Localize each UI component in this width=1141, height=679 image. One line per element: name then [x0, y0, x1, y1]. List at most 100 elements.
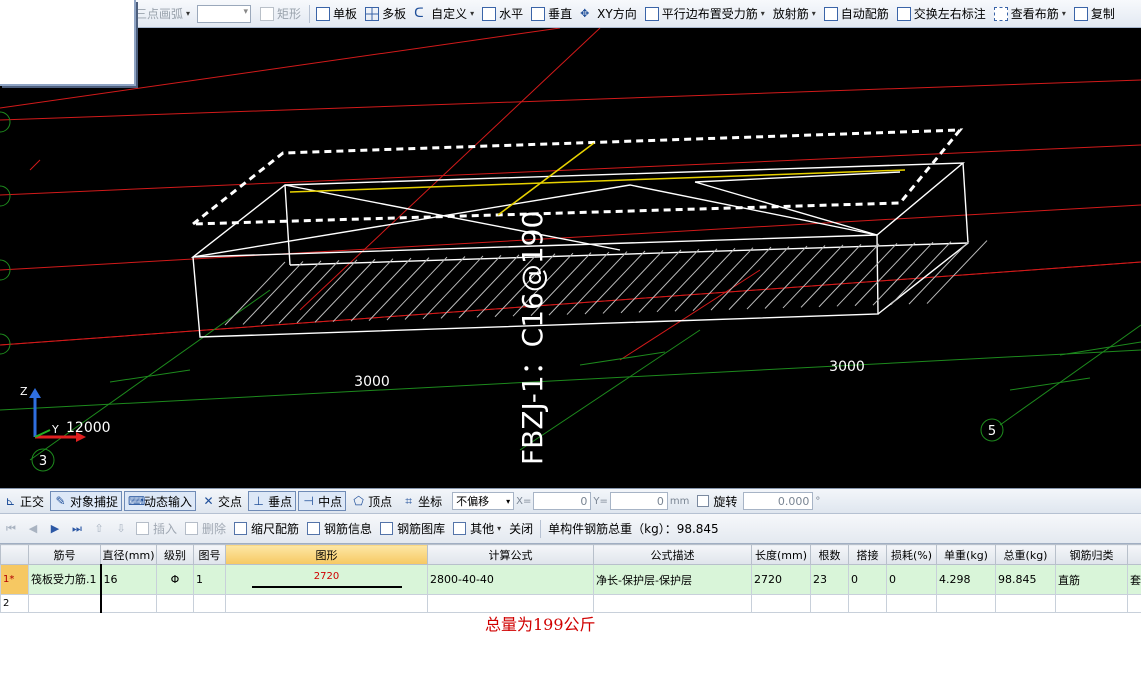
scale-rebar-button[interactable]: 缩尺配筋 — [230, 519, 303, 539]
cell-category[interactable] — [1055, 594, 1128, 613]
dynamic-input-toggle[interactable]: ⌨ 动态输入 — [124, 491, 197, 511]
table-row[interactable]: 1* 筏板受力筋.1 16 Φ 1 2720 2800-40-40 净长-保护层… — [0, 564, 1141, 595]
row-index[interactable]: 1* — [0, 564, 29, 595]
parallel-edge-rebar-button[interactable]: 平行边布置受力筋 ▾ — [642, 3, 768, 25]
cell-unit-weight[interactable] — [936, 594, 996, 613]
auto-rebar-button[interactable]: 自动配筋 — [821, 3, 892, 25]
cell-count[interactable] — [810, 594, 849, 613]
hatch-line — [710, 246, 772, 311]
coordinate-icon: ⌗ — [405, 493, 412, 508]
rotate-input[interactable]: 0.000 — [743, 492, 814, 510]
cell-formula[interactable] — [427, 594, 594, 613]
cell-count[interactable]: 23 — [810, 564, 849, 595]
prev-record-button[interactable]: ◀ — [22, 519, 44, 539]
copy-button[interactable]: 复制 — [1071, 3, 1118, 25]
cell-figure-no[interactable] — [193, 594, 226, 613]
row-index[interactable]: 2 — [0, 594, 29, 613]
dimension-right: 3000 — [829, 359, 865, 375]
cell-loss[interactable] — [886, 594, 937, 613]
table-row[interactable]: 2 — [0, 594, 1141, 613]
offset-select[interactable]: 不偏移 ▾ — [452, 492, 515, 510]
rebar-info-button[interactable]: 钢筋信息 — [303, 519, 376, 539]
header-shape[interactable]: 图形 — [225, 544, 428, 565]
cell-bar-no[interactable]: 筏板受力筋.1 — [28, 564, 101, 595]
rotate-checkbox[interactable] — [697, 495, 710, 507]
header-length[interactable]: 长度(mm) — [751, 544, 811, 565]
ortho-toggle[interactable]: ⊾ 正交 — [0, 491, 48, 511]
single-slab-button[interactable]: 单板 — [313, 3, 360, 25]
cell-bar-no[interactable] — [28, 594, 101, 613]
cell-unit-weight[interactable]: 4.298 — [936, 564, 996, 595]
move-down-button[interactable]: ⇩ — [110, 519, 132, 539]
header-extra[interactable] — [1127, 544, 1141, 565]
chevron-down-icon: ▾ — [811, 9, 816, 18]
header-count[interactable]: 根数 — [810, 544, 849, 565]
cell-figure-no[interactable]: 1 — [193, 564, 226, 595]
hatch-line — [908, 240, 970, 305]
cell-total-weight[interactable]: 98.845 — [995, 564, 1056, 595]
xy-direction-icon: ✥ — [580, 6, 590, 20]
view-rebar-button[interactable]: 查看布筋 ▾ — [991, 3, 1069, 25]
header-unit-weight[interactable]: 单重(kg) — [936, 544, 996, 565]
intersection-snap[interactable]: ✕ 交点 — [198, 491, 246, 511]
cell-loss[interactable]: 0 — [886, 564, 937, 595]
cell-length[interactable] — [751, 594, 811, 613]
custom-button[interactable]: ᑕ 自定义 ▾ — [411, 3, 477, 25]
rebar-label[interactable]: FBZJ-1：C16@190 — [516, 211, 549, 465]
cell-extra[interactable]: 套 — [1127, 564, 1141, 595]
vertical-button[interactable]: 垂直 — [528, 3, 575, 25]
header-formula[interactable]: 计算公式 — [427, 544, 594, 565]
midpoint-snap[interactable]: ⊣ 中点 — [298, 491, 347, 511]
cell-grade[interactable] — [156, 594, 194, 613]
move-up-button[interactable]: ⇧ — [88, 519, 110, 539]
coordinate-snap[interactable]: ⌗ 坐标 — [398, 491, 446, 511]
cell-length[interactable]: 2720 — [751, 564, 811, 595]
header-lap[interactable]: 搭接 — [848, 544, 887, 565]
cell-extra[interactable] — [1127, 594, 1141, 613]
header-bar-no[interactable]: 筋号 — [28, 544, 101, 565]
object-snap-toggle[interactable]: ✎ 对象捕捉 — [50, 491, 123, 511]
header-grade[interactable]: 级别 — [156, 544, 194, 565]
insert-button[interactable]: 插入 — [132, 519, 181, 539]
header-loss[interactable]: 损耗(%) — [886, 544, 937, 565]
cell-description[interactable] — [593, 594, 752, 613]
cell-grade[interactable]: Φ — [156, 564, 194, 595]
header-diameter[interactable]: 直径(mm) — [100, 544, 157, 565]
cad-viewport[interactable]: 3 5 3000 3000 12000 FBZJ-1：C16@190 Z Y — [0, 28, 1141, 488]
xy-direction-button[interactable]: ✥ XY方向 — [577, 3, 640, 25]
header-total-weight[interactable]: 总重(kg) — [995, 544, 1056, 565]
cell-shape[interactable] — [225, 594, 428, 613]
shape-combo[interactable] — [197, 4, 252, 23]
other-menu-button[interactable]: 其他 ▾ — [449, 519, 505, 539]
delete-button[interactable]: 删除 — [181, 519, 230, 539]
cell-diameter[interactable] — [99, 594, 157, 613]
close-button[interactable]: 关闭 — [505, 519, 537, 539]
y-input[interactable]: 0 — [609, 492, 668, 510]
header-description[interactable]: 公式描述 — [593, 544, 752, 565]
rebar-library-button[interactable]: 钢筋图库 — [376, 519, 449, 539]
multi-slab-button[interactable]: 多板 — [362, 3, 409, 25]
cell-formula[interactable]: 2800-40-40 — [427, 564, 594, 595]
arc-three-point-button[interactable]: 三点画弧 ▾ — [132, 3, 193, 25]
vertex-snap[interactable]: ⬠ 顶点 — [348, 491, 396, 511]
view-rebar-icon — [993, 6, 1008, 21]
cell-diameter[interactable]: 16 — [99, 564, 157, 595]
header-category[interactable]: 钢筋归类 — [1055, 544, 1128, 565]
cell-description[interactable]: 净长-保护层-保护层 — [593, 564, 752, 595]
last-record-button[interactable]: ⏭ — [66, 519, 88, 539]
cell-category[interactable]: 直筋 — [1055, 564, 1128, 595]
chevron-down-icon: ▾ — [760, 9, 765, 18]
first-record-button[interactable]: ⏮ — [0, 519, 22, 539]
cell-lap[interactable]: 0 — [848, 564, 887, 595]
header-figure-no[interactable]: 图号 — [193, 544, 226, 565]
x-input[interactable]: 0 — [533, 492, 592, 510]
cell-lap[interactable] — [848, 594, 887, 613]
cell-shape[interactable]: 2720 — [225, 564, 428, 595]
horizontal-button[interactable]: 水平 — [479, 3, 526, 25]
perpendicular-snap[interactable]: ⊥ 垂点 — [248, 491, 297, 511]
cell-total-weight[interactable] — [995, 594, 1056, 613]
next-record-button[interactable]: ▶ — [44, 519, 66, 539]
swap-label-button[interactable]: 交换左右标注 — [894, 3, 989, 25]
radial-rebar-button[interactable]: 放射筋 ▾ — [770, 3, 819, 25]
rectangle-button[interactable]: 矩形 — [257, 3, 304, 25]
